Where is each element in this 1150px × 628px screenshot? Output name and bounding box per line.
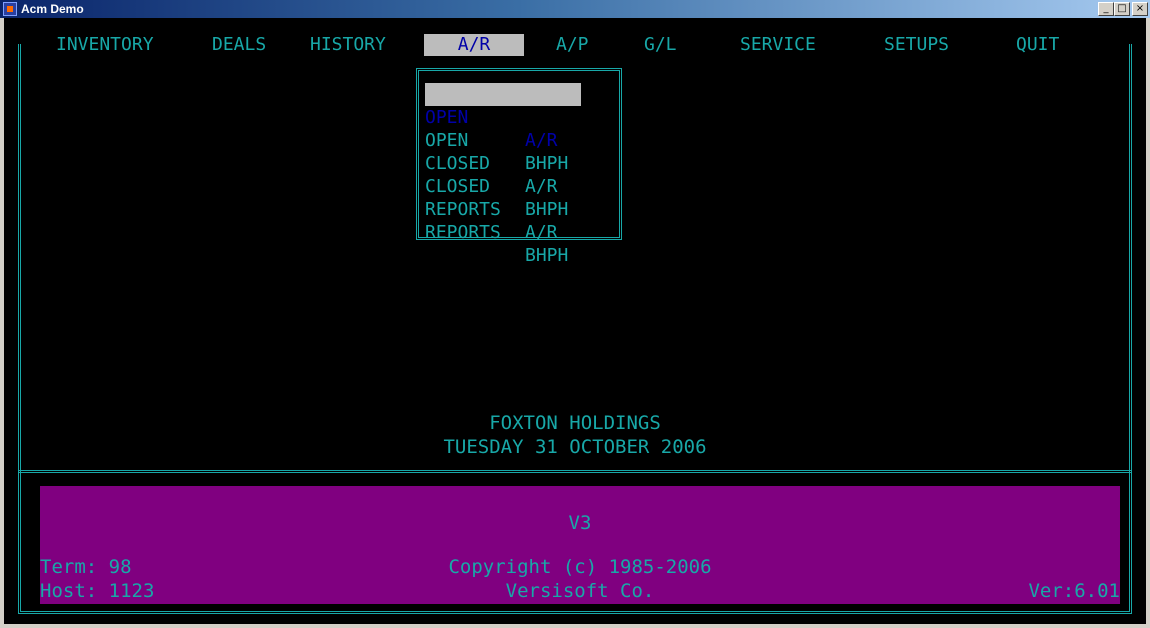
- ar-dropdown-menu: OPEN A/R OPEN BHPH CLOSED A/R CLOSED BHP…: [416, 68, 622, 266]
- dropdown-item-reports-bhph[interactable]: REPORTS BHPH: [425, 198, 581, 266]
- dropdown-item-reports-ar[interactable]: REPORTS A/R: [425, 175, 581, 243]
- menu-bar: INVENTORY DEALS HISTORY A/R A/P G/L SERV…: [4, 34, 1146, 58]
- version-label: Ver:6.01: [1028, 580, 1120, 602]
- dropdown-item-open-bhph[interactable]: OPEN BHPH: [425, 106, 581, 174]
- menu-deals[interactable]: DEALS: [208, 34, 270, 56]
- dropdown-item-closed-bhph[interactable]: CLOSED BHPH: [425, 152, 581, 220]
- window-controls: _ □ ×: [1098, 2, 1148, 16]
- menu-quit[interactable]: QUIT: [1012, 34, 1063, 56]
- copyright-text: Copyright (c) 1985-2006: [448, 556, 712, 578]
- app-icon: [3, 2, 17, 16]
- menu-ap[interactable]: A/P: [552, 34, 593, 56]
- company-date: TUESDAY 31 OCTOBER 2006: [443, 436, 707, 458]
- dropdown-item-type: BHPH: [525, 245, 569, 266]
- window-title: Acm Demo: [21, 2, 84, 16]
- dropdown-item-label: REPORTS: [425, 222, 501, 243]
- minimize-button[interactable]: _: [1098, 2, 1114, 16]
- status-divider: [18, 470, 1132, 473]
- menu-setups[interactable]: SETUPS: [880, 34, 953, 56]
- terminal-console[interactable]: INVENTORY DEALS HISTORY A/R A/P G/L SERV…: [4, 18, 1146, 624]
- dropdown-item-open-ar[interactable]: OPEN A/R: [425, 83, 581, 151]
- menu-ar[interactable]: A/R: [424, 34, 524, 56]
- version-code: V3: [568, 512, 592, 534]
- menu-service[interactable]: SERVICE: [736, 34, 820, 56]
- close-button[interactable]: ×: [1132, 2, 1148, 16]
- vendor-text: Versisoft Co.: [505, 580, 655, 602]
- company-name: FOXTON HOLDINGS: [489, 412, 661, 434]
- dropdown-item-closed-ar[interactable]: CLOSED A/R: [425, 129, 581, 197]
- menu-history[interactable]: HISTORY: [306, 34, 390, 56]
- dropdown-item-type: A/R: [525, 222, 558, 243]
- menu-inventory[interactable]: INVENTORY: [52, 34, 158, 56]
- maximize-button[interactable]: □: [1114, 2, 1130, 16]
- menu-gl[interactable]: G/L: [640, 34, 681, 56]
- status-panel: V3 Term: 98 Host: 1123 Copyright (c) 198…: [40, 486, 1120, 604]
- title-bar: Acm Demo _ □ ×: [0, 0, 1150, 18]
